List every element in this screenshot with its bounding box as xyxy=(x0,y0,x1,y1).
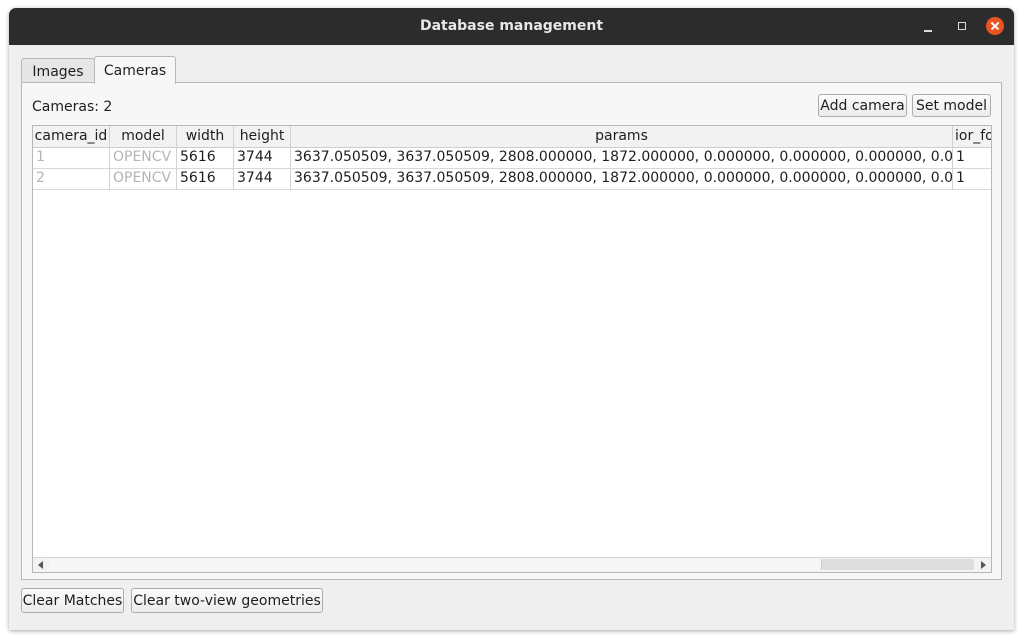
table-row[interactable]: 2 OPENCV 5616 3744 3637.050509, 3637.050… xyxy=(33,168,991,190)
cell-width[interactable]: 5616 xyxy=(177,168,234,189)
scroll-left-icon[interactable] xyxy=(38,561,43,569)
cameras-table[interactable]: camera_id model width height params ior_… xyxy=(32,125,992,573)
title-bar[interactable]: Database management xyxy=(9,8,1014,45)
clear-two-view-geometries-button[interactable]: Clear two-view geometries xyxy=(131,588,323,613)
database-management-window: Database management Images Cameras Camer… xyxy=(9,8,1014,630)
minimize-icon[interactable] xyxy=(918,17,938,37)
table-row[interactable]: 1 OPENCV 5616 3744 3637.050509, 3637.050… xyxy=(33,147,991,169)
tab-images[interactable]: Images xyxy=(21,58,95,83)
scroll-right-icon[interactable] xyxy=(981,561,986,569)
clear-matches-button[interactable]: Clear Matches xyxy=(21,588,124,613)
cell-ior[interactable]: 1 xyxy=(953,147,991,168)
cell-height[interactable]: 3744 xyxy=(234,168,291,189)
horizontal-scrollbar[interactable] xyxy=(33,557,991,572)
column-header-camera-id[interactable]: camera_id xyxy=(33,126,110,147)
window-title: Database management xyxy=(419,18,604,34)
cell-params[interactable]: 3637.050509, 3637.050509, 2808.000000, 1… xyxy=(291,147,953,168)
scrollbar-track[interactable] xyxy=(51,559,822,570)
cell-ior[interactable]: 1 xyxy=(953,168,991,189)
cell-height[interactable]: 3744 xyxy=(234,147,291,168)
cell-model: OPENCV xyxy=(110,147,177,168)
scrollbar-thumb[interactable] xyxy=(822,559,974,570)
column-header-height[interactable]: height xyxy=(234,126,291,147)
cell-camera-id: 2 xyxy=(33,168,110,189)
cell-model: OPENCV xyxy=(110,168,177,189)
cell-width[interactable]: 5616 xyxy=(177,147,234,168)
maximize-icon[interactable] xyxy=(952,17,972,37)
column-header-params[interactable]: params xyxy=(291,126,953,147)
column-header-model[interactable]: model xyxy=(110,126,177,147)
column-header-width[interactable]: width xyxy=(177,126,234,147)
tab-cameras[interactable]: Cameras xyxy=(94,56,176,84)
cameras-count-label: Cameras: 2 xyxy=(32,99,113,115)
column-header-ior-focal[interactable]: ior_fo xyxy=(953,126,991,147)
add-camera-button[interactable]: Add camera xyxy=(818,94,907,117)
close-icon[interactable] xyxy=(986,17,1004,35)
table-header: camera_id model width height params ior_… xyxy=(33,126,991,148)
cell-params[interactable]: 3637.050509, 3637.050509, 2808.000000, 1… xyxy=(291,168,953,189)
set-model-button[interactable]: Set model xyxy=(912,94,991,117)
cameras-tab-panel: Cameras: 2 Add camera Set model camera_i… xyxy=(21,82,1002,580)
cell-camera-id: 1 xyxy=(33,147,110,168)
